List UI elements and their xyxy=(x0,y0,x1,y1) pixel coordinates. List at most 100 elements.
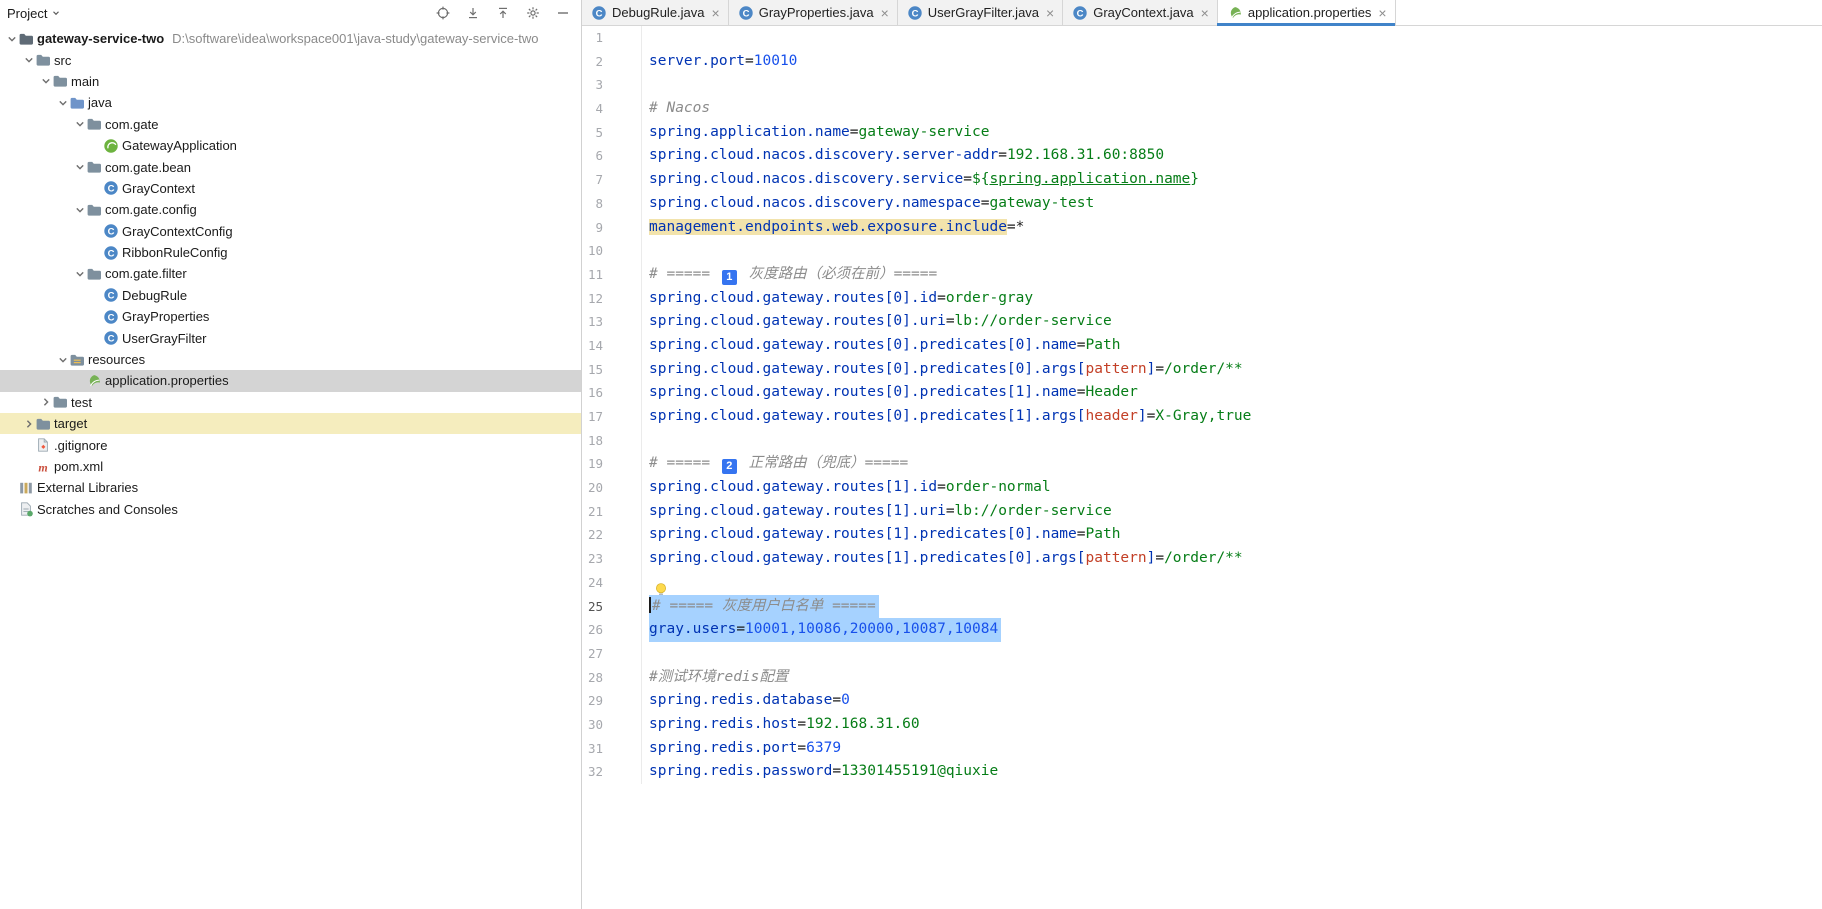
code-line-content[interactable]: spring.cloud.gateway.routes[1].predicate… xyxy=(642,547,1822,571)
tree-item-test[interactable]: test xyxy=(0,392,581,413)
collapse-all-icon[interactable] xyxy=(495,5,511,21)
tree-item-com-gate-config[interactable]: com.gate.config xyxy=(0,199,581,220)
tab-graycontext-java[interactable]: C GrayContext.java × xyxy=(1063,0,1218,25)
code-line-content[interactable]: spring.redis.port=6379 xyxy=(642,737,1822,761)
line-number: 30 xyxy=(582,712,642,737)
chevron-down-icon[interactable] xyxy=(73,204,86,216)
tree-item-com-gate[interactable]: com.gate xyxy=(0,114,581,135)
tab-usergrayfilter-java[interactable]: C UserGrayFilter.java × xyxy=(897,0,1064,25)
code-line-content[interactable]: spring.cloud.gateway.routes[0].predicate… xyxy=(642,405,1822,429)
tree-item-resources[interactable]: resources xyxy=(0,349,581,370)
code-line-content[interactable]: spring.cloud.gateway.routes[1].predicate… xyxy=(642,523,1822,547)
chevron-right-icon[interactable] xyxy=(39,396,52,408)
editor-body[interactable]: 1 2 server.port=10010 3 4 # Nacos 5 spring.appl… xyxy=(582,26,1822,909)
close-tab-icon[interactable]: × xyxy=(1378,6,1386,20)
token-str: Path xyxy=(1085,526,1121,543)
tree-item-src[interactable]: src xyxy=(0,49,581,70)
chevron-down-icon[interactable] xyxy=(39,75,52,87)
close-tab-icon[interactable]: × xyxy=(881,6,889,20)
code-line-content[interactable]: spring.application.name=gateway-service xyxy=(642,121,1822,145)
token-cmt: # ===== 灰度用户白名单 ===== xyxy=(652,597,876,614)
expand-all-icon[interactable] xyxy=(465,5,481,21)
code-line-content[interactable] xyxy=(642,642,1822,666)
code-line-content[interactable] xyxy=(642,429,1822,453)
close-tab-icon[interactable]: × xyxy=(1046,6,1054,20)
code-line-content[interactable]: spring.cloud.gateway.routes[1].id=order-… xyxy=(642,476,1822,500)
code-line-content[interactable]: spring.cloud.gateway.routes[0].predicate… xyxy=(642,334,1822,358)
chevron-right-icon[interactable] xyxy=(22,418,35,430)
tree-item-ribbonruleconfig[interactable]: C RibbonRuleConfig xyxy=(0,242,581,263)
tree-item-scratches-and-consoles[interactable]: Scratches and Consoles xyxy=(0,499,581,520)
close-tab-icon[interactable]: × xyxy=(1201,6,1209,20)
code-line-26: 26 gray.users=10001,10086,20000,10087,100… xyxy=(582,618,1822,642)
code-line-content[interactable]: #测试环境redis配置 xyxy=(642,666,1822,690)
chevron-down-icon[interactable] xyxy=(5,33,18,45)
code-line-content[interactable]: spring.redis.host=192.168.31.60 xyxy=(642,713,1822,737)
tree-item-usergrayfilter[interactable]: C UserGrayFilter xyxy=(0,327,581,348)
tree-item-target[interactable]: target xyxy=(0,413,581,435)
code-line-content[interactable]: # ===== 1 灰度路由（必须在前）===== xyxy=(642,263,1822,287)
code-line-content[interactable]: # ===== 2 正常路由（兜底）===== xyxy=(642,452,1822,476)
tree-item-graycontext[interactable]: C GrayContext xyxy=(0,178,581,199)
tree-item-com-gate-filter[interactable]: com.gate.filter xyxy=(0,263,581,284)
hide-panel-icon[interactable] xyxy=(555,5,571,21)
tree-item-com-gate-bean[interactable]: com.gate.bean xyxy=(0,156,581,177)
chevron-down-icon[interactable] xyxy=(73,268,86,280)
code-line-content[interactable] xyxy=(642,26,1822,50)
tab-debugrule-java[interactable]: C DebugRule.java × xyxy=(582,0,729,25)
code-line-content[interactable]: spring.cloud.gateway.routes[0].uri=lb://… xyxy=(642,310,1822,334)
tree-item-application-properties[interactable]: application.properties xyxy=(0,370,581,392)
tab-grayproperties-java[interactable]: C GrayProperties.java × xyxy=(728,0,898,25)
code-line-content[interactable]: spring.cloud.gateway.routes[1].uri=lb://… xyxy=(642,500,1822,524)
code-line-content[interactable]: server.port=10010 xyxy=(642,50,1822,74)
tree-item-main[interactable]: main xyxy=(0,71,581,92)
code-line-content[interactable] xyxy=(642,571,1822,597)
line-number: 22 xyxy=(582,523,642,548)
code-line-7: 7 spring.cloud.nacos.discovery.service=${… xyxy=(582,168,1822,192)
code-line-content[interactable]: spring.redis.password=13301455191@qiuxie xyxy=(642,760,1822,784)
settings-gear-icon[interactable] xyxy=(525,5,541,21)
tree-item-gateway-service-two[interactable]: gateway-service-two D:\software\idea\work… xyxy=(0,28,581,49)
code-line-content[interactable]: # Nacos xyxy=(642,97,1822,121)
tree-item-grayproperties[interactable]: C GrayProperties xyxy=(0,306,581,327)
chevron-down-icon[interactable] xyxy=(56,97,69,109)
code-line-content[interactable] xyxy=(642,239,1822,263)
chevron-down-icon[interactable] xyxy=(73,118,86,130)
tree-item-debugrule[interactable]: C DebugRule xyxy=(0,285,581,306)
code-line-content[interactable]: spring.redis.database=0 xyxy=(642,689,1822,713)
tree-item-java[interactable]: java xyxy=(0,92,581,113)
line-number: 20 xyxy=(582,476,642,500)
code-line-content[interactable]: spring.cloud.nacos.discovery.namespace=g… xyxy=(642,192,1822,216)
code-line-content[interactable] xyxy=(642,73,1822,97)
code-line-content[interactable]: management.endpoints.web.exposure.includ… xyxy=(642,216,1822,240)
chevron-down-icon[interactable] xyxy=(73,161,86,173)
code-line-1: 1 xyxy=(582,26,1822,50)
locate-file-icon[interactable] xyxy=(435,5,451,21)
tree-item-gatewayapplication[interactable]: GatewayApplication xyxy=(0,135,581,156)
tree-item-pom-xml[interactable]: m pom.xml xyxy=(0,456,581,477)
token-eq: = xyxy=(1006,218,1016,235)
code-line-content[interactable]: spring.cloud.nacos.discovery.service=${s… xyxy=(642,168,1822,192)
token-str: order-normal xyxy=(945,479,1051,496)
code-line-content[interactable]: spring.cloud.gateway.routes[0].predicate… xyxy=(642,381,1822,405)
code-line-content[interactable]: spring.cloud.nacos.discovery.server-addr… xyxy=(642,144,1822,168)
project-view-selector[interactable]: Project xyxy=(7,6,61,21)
code-line-content[interactable]: spring.cloud.gateway.routes[0].predicate… xyxy=(642,358,1822,382)
code-line-content[interactable]: spring.cloud.gateway.routes[0].id=order-… xyxy=(642,287,1822,311)
code-line-content[interactable]: # ===== 灰度用户白名单 ===== xyxy=(642,594,1822,619)
tree-item-external-libraries[interactable]: External Libraries xyxy=(0,477,581,498)
tree-item-label: application.properties xyxy=(105,373,229,389)
chevron-down-icon[interactable] xyxy=(56,354,69,366)
code-line-11: 11 # ===== 1 灰度路由（必须在前）===== xyxy=(582,262,1822,287)
code-line-content[interactable]: gray.users=10001,10086,20000,10087,10084 xyxy=(642,618,1822,642)
token-str: lb://order-service xyxy=(954,502,1112,519)
token-cmt: #测试环境redis配置 xyxy=(649,668,789,685)
svg-text:C: C xyxy=(108,227,115,238)
chevron-down-icon[interactable] xyxy=(22,54,35,66)
tree-item-gitignore[interactable]: .gitignore xyxy=(0,434,581,455)
tab-application-properties[interactable]: application.properties × xyxy=(1216,0,1396,26)
close-tab-icon[interactable]: × xyxy=(712,6,720,20)
tree-item-graycontextconfig[interactable]: C GrayContextConfig xyxy=(0,221,581,242)
tree-item-label: External Libraries xyxy=(37,480,139,496)
code-line-2: 2 server.port=10010 xyxy=(582,49,1822,74)
